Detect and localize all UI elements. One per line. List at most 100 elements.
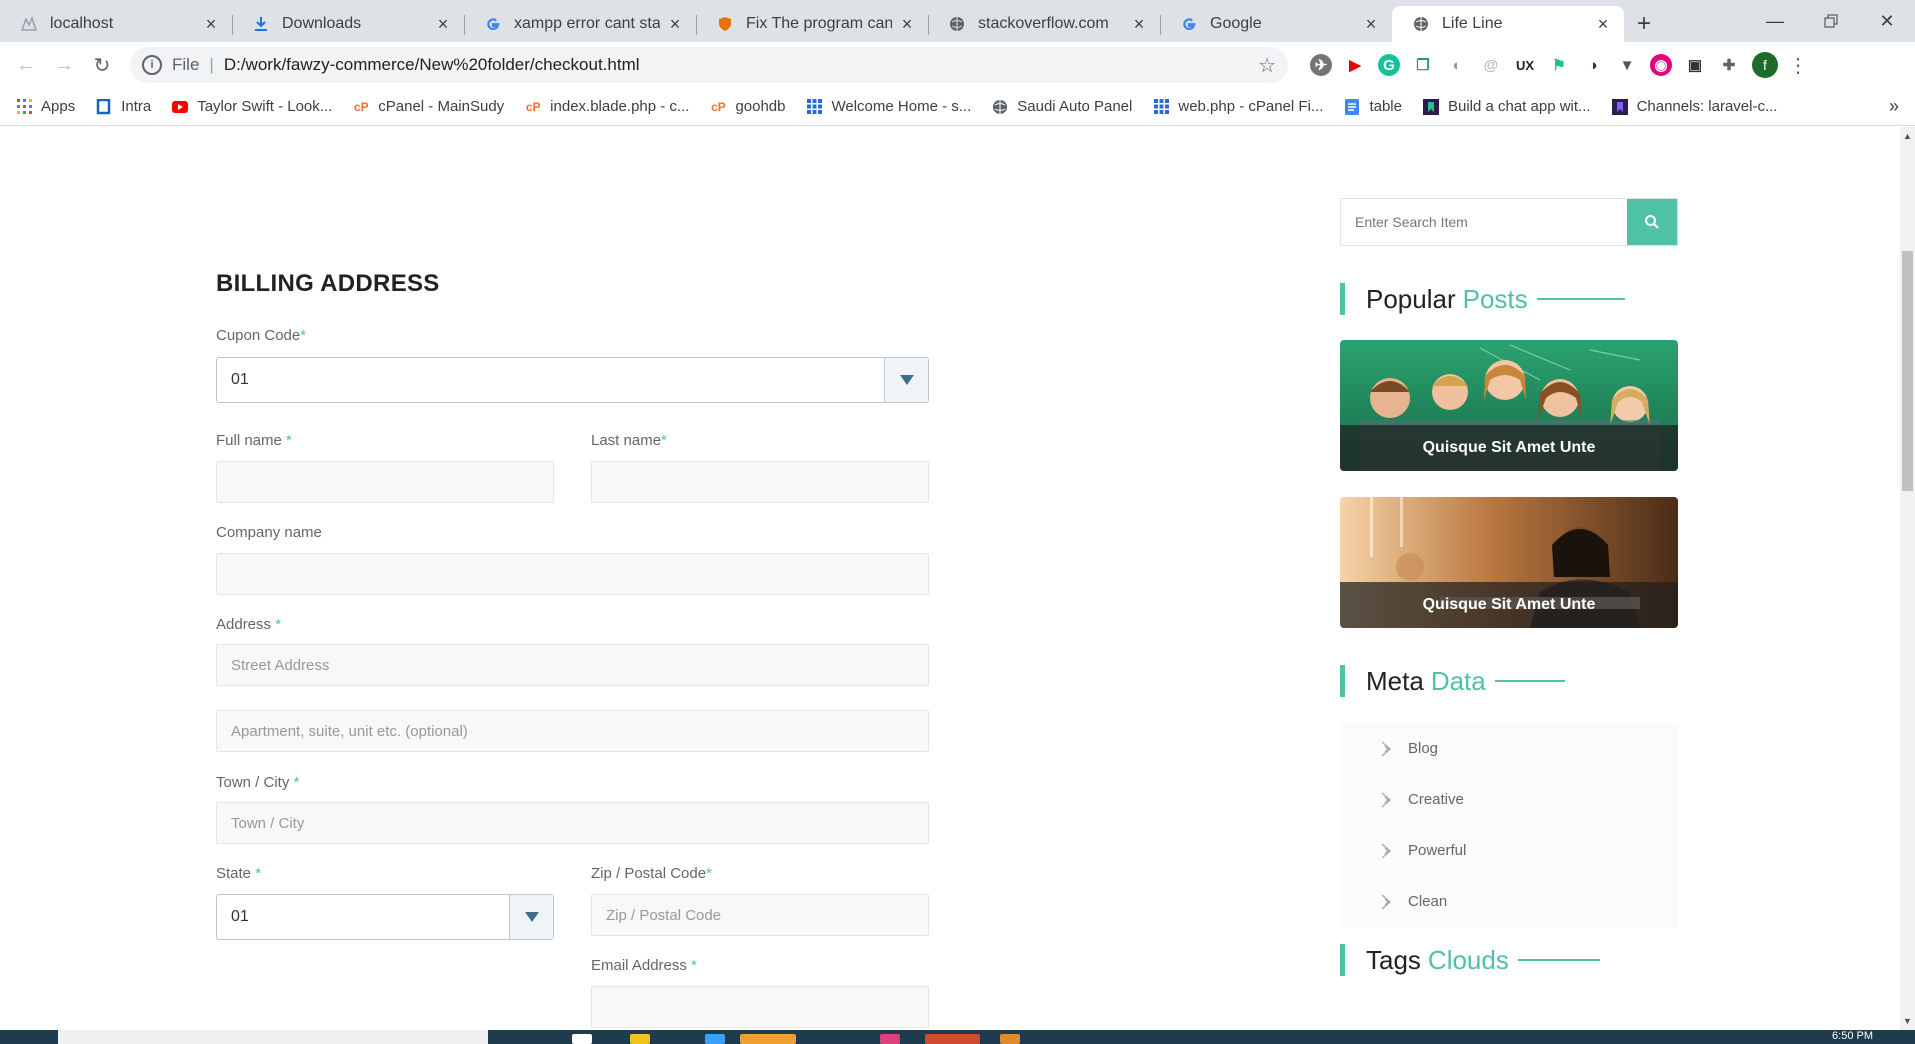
popular-post-card[interactable]: Quisque Sit Amet Unte (1340, 340, 1678, 471)
scroll-up-icon[interactable]: ▲ (1903, 131, 1912, 141)
page-scrollbar[interactable]: ▲ ▼ (1900, 127, 1915, 1030)
close-icon[interactable]: × (434, 15, 452, 33)
chevron-right-icon (1380, 792, 1392, 808)
url-text[interactable]: D:/work/fawzy-commerce/New%20folder/chec… (224, 55, 1258, 75)
close-icon[interactable]: × (898, 15, 916, 33)
address-bar[interactable]: i File | D:/work/fawzy-commerce/New%20fo… (130, 47, 1288, 83)
required-mark: * (706, 865, 712, 882)
tab-life-line[interactable]: Life Line × (1392, 6, 1624, 42)
taskbar-app-icon[interactable] (630, 1034, 650, 1044)
coupon-select[interactable]: 01 (216, 357, 929, 403)
meta-item-clean[interactable]: Clean (1340, 876, 1678, 927)
tab-downloads[interactable]: Downloads × (232, 6, 464, 42)
widget-title-accent: Data (1430, 665, 1486, 696)
uxpin-icon[interactable]: UX (1514, 54, 1536, 76)
scroll-down-icon[interactable]: ▼ (1903, 1016, 1912, 1026)
street-address-input[interactable]: Street Address (216, 644, 929, 686)
new-tab-button[interactable]: + (1624, 6, 1664, 42)
bookmark-goohdb[interactable]: cP goohdb (710, 98, 785, 115)
meta-item-creative[interactable]: Creative (1340, 774, 1678, 825)
back-button[interactable]: ← (10, 49, 42, 81)
taskbar-search[interactable] (58, 1030, 488, 1044)
title-underline (1494, 680, 1565, 682)
dark-mode-icon[interactable]: ◑ (1582, 54, 1604, 76)
chevron-down-icon[interactable] (509, 895, 553, 939)
close-icon[interactable]: × (1362, 15, 1380, 33)
bookmark-build-chat-app[interactable]: Build a chat app wit... (1422, 98, 1591, 115)
taskbar-app-icon[interactable] (572, 1034, 592, 1044)
forward-button[interactable]: → (48, 49, 80, 81)
tab-xampp-error[interactable]: xampp error cant start × (464, 6, 696, 42)
meta-item-label: Blog (1408, 740, 1439, 757)
close-icon[interactable]: × (666, 15, 684, 33)
cpanel-icon: cP (525, 99, 541, 114)
meta-item-blog[interactable]: Blog (1340, 723, 1678, 774)
close-icon[interactable]: × (202, 15, 220, 33)
widget-title-accent: Clouds (1427, 944, 1509, 975)
extension-pink-icon[interactable]: ◉ (1650, 54, 1672, 76)
bookmark-welcome-home[interactable]: Welcome Home - s... (807, 98, 971, 115)
bookmark-apps[interactable]: Apps (16, 98, 75, 115)
bookmark-index-blade[interactable]: cP index.blade.php - c... (525, 98, 690, 115)
bookmark-web-php[interactable]: web.php - cPanel Fi... (1153, 98, 1323, 115)
bookmark-intra[interactable]: Intra (96, 98, 151, 115)
extension-copy-icon[interactable]: ❐ (1412, 54, 1434, 76)
cpanel-icon: cP (353, 99, 369, 114)
zip-input[interactable]: Zip / Postal Code (591, 894, 929, 936)
youtube-icon[interactable]: ▶ (1344, 54, 1366, 76)
extension-grey-icon[interactable]: ✈ (1310, 54, 1332, 76)
taskbar-app-icon[interactable] (880, 1034, 900, 1044)
bookmark-channels-laravel[interactable]: Channels: laravel-c... (1611, 98, 1777, 115)
bookmark-saudi-auto-panel[interactable]: Saudi Auto Panel (992, 98, 1132, 115)
bookmark-taylor-swift[interactable]: Taylor Swift - Look... (172, 98, 332, 115)
more-menu-icon[interactable]: ⋮ (1788, 53, 1808, 78)
profile-avatar[interactable]: f (1752, 52, 1778, 78)
bookmark-star-icon[interactable]: ☆ (1258, 53, 1276, 78)
bookmark-cpanel-mainsudy[interactable]: cP cPanel - MainSudy (353, 98, 504, 115)
last-name-input[interactable] (591, 461, 929, 503)
email-input[interactable] (591, 986, 929, 1028)
extension-at-icon[interactable]: @ (1480, 54, 1502, 76)
post-caption[interactable]: Quisque Sit Amet Unte (1340, 582, 1678, 628)
taskbar-app-icon[interactable] (925, 1034, 980, 1044)
address-label: Address * (216, 616, 281, 633)
window-close-button[interactable]: ✕ (1859, 0, 1915, 42)
meta-item-powerful[interactable]: Powerful (1340, 825, 1678, 876)
scroll-thumb[interactable] (1902, 251, 1913, 491)
state-select[interactable]: 01 (216, 894, 554, 940)
minimize-button[interactable]: — (1747, 0, 1803, 42)
close-icon[interactable]: × (1594, 15, 1612, 33)
plus-icon: + (1636, 10, 1651, 37)
tab-stackoverflow[interactable]: stackoverflow.com × (928, 6, 1160, 42)
popular-post-card[interactable]: Quisque Sit Amet Unte (1340, 497, 1678, 628)
search-input[interactable] (1341, 199, 1627, 245)
vue-devtools-icon[interactable]: ▼ (1616, 54, 1638, 76)
close-icon[interactable]: × (1130, 15, 1148, 33)
taskbar-app-icon[interactable] (705, 1034, 725, 1044)
chevron-down-icon[interactable] (884, 358, 928, 402)
tab-fix-program[interactable]: Fix The program can't s × (696, 6, 928, 42)
bookmarks-overflow-button[interactable]: » (1889, 96, 1899, 117)
tab-google[interactable]: Google × (1160, 6, 1392, 42)
grammarly-icon[interactable]: G (1378, 54, 1400, 76)
bookmark-table[interactable]: table (1344, 98, 1402, 115)
extension-moon-icon[interactable]: ◐ (1446, 54, 1468, 76)
reload-button[interactable]: ↻ (86, 49, 118, 81)
full-name-input[interactable] (216, 461, 554, 503)
email-label-text: Email Address (591, 957, 692, 974)
taskbar-app-icon[interactable] (1000, 1034, 1020, 1044)
extension-flag-icon[interactable]: ⚑ (1548, 54, 1570, 76)
search-button[interactable] (1627, 199, 1677, 245)
company-name-input[interactable] (216, 553, 929, 595)
tab-localhost[interactable]: localhost × (0, 6, 232, 42)
title-underline (1536, 298, 1625, 300)
arrow-right-icon: → (54, 53, 74, 76)
puzzle-icon[interactable]: ✚ (1718, 54, 1740, 76)
picture-in-picture-icon[interactable]: ▣ (1684, 54, 1706, 76)
info-icon[interactable]: i (142, 55, 162, 75)
restore-button[interactable] (1803, 0, 1859, 42)
post-caption[interactable]: Quisque Sit Amet Unte (1340, 425, 1678, 471)
taskbar-app-icon[interactable] (740, 1034, 796, 1044)
apartment-input[interactable]: Apartment, suite, unit etc. (optional) (216, 710, 929, 752)
town-city-input[interactable]: Town / City (216, 802, 929, 844)
